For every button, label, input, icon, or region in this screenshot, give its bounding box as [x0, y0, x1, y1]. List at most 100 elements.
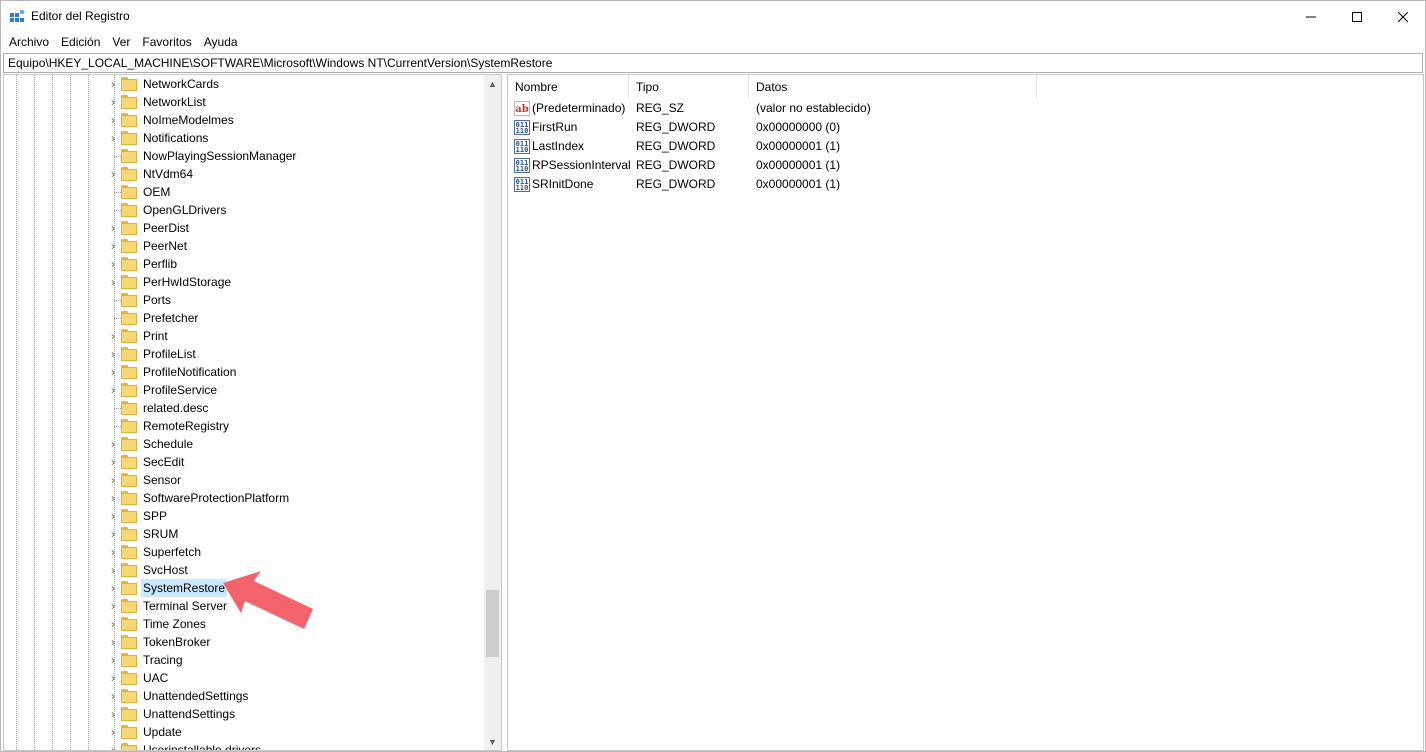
tree-item[interactable]: › NetworkCards: [4, 75, 484, 93]
tree-item[interactable]: › SecEdit: [4, 453, 484, 471]
folder-icon: [121, 437, 137, 451]
menu-edicion[interactable]: Edición: [57, 32, 104, 52]
tree-item[interactable]: › PeerNet: [4, 237, 484, 255]
chevron-right-icon[interactable]: ›: [107, 600, 119, 612]
close-button[interactable]: [1380, 1, 1426, 32]
tree-item[interactable]: › Sensor: [4, 471, 484, 489]
tree-item[interactable]: OEM: [4, 183, 484, 201]
dword-value-icon: 011 110: [514, 177, 530, 192]
value-row[interactable]: 011 110 LastIndex REG_DWORD 0x00000001 (1): [508, 137, 1108, 156]
tree-item[interactable]: › Schedule: [4, 435, 484, 453]
address-bar[interactable]: Equipo\HKEY_LOCAL_MACHINE\SOFTWARE\Micro…: [3, 53, 1423, 73]
tree-item[interactable]: › UAC: [4, 669, 484, 687]
folder-icon: [121, 671, 137, 685]
chevron-right-icon[interactable]: ›: [107, 690, 119, 702]
menu-archivo[interactable]: Archivo: [5, 32, 53, 52]
column-header-datos[interactable]: Datos: [749, 75, 1037, 99]
tree-item[interactable]: › Perflib: [4, 255, 484, 273]
maximize-button[interactable]: [1334, 1, 1380, 32]
tree-item[interactable]: › Notifications: [4, 129, 484, 147]
chevron-right-icon[interactable]: ›: [107, 672, 119, 684]
value-row[interactable]: 011 110 SRInitDone REG_DWORD 0x00000001 (1): [508, 175, 1108, 194]
value-row[interactable]: ab (Predeterminado) REG_SZ (valor no establ…: [508, 99, 1108, 118]
maximize-icon: [1352, 11, 1362, 22]
chevron-right-icon[interactable]: ›: [107, 168, 119, 180]
tree-item[interactable]: › ProfileService: [4, 381, 484, 399]
chevron-right-icon[interactable]: ›: [107, 744, 119, 750]
chevron-right-icon[interactable]: ›: [107, 438, 119, 450]
chevron-right-icon[interactable]: ›: [107, 222, 119, 234]
menu-ver[interactable]: Ver: [108, 32, 134, 52]
tree-item[interactable]: › SRUM: [4, 525, 484, 543]
chevron-right-icon[interactable]: ›: [107, 348, 119, 360]
chevron-right-icon[interactable]: ›: [107, 654, 119, 666]
tree-item[interactable]: RemoteRegistry: [4, 417, 484, 435]
column-header-nombre[interactable]: Nombre: [508, 75, 629, 99]
tree-item[interactable]: related.desc: [4, 399, 484, 417]
folder-icon: [121, 509, 137, 523]
tree-item[interactable]: NowPlayingSessionManager: [4, 147, 484, 165]
tree-item[interactable]: › ProfileNotification: [4, 363, 484, 381]
value-type: REG_DWORD: [636, 139, 716, 153]
tree-item[interactable]: › Userinstallable.drivers: [4, 741, 484, 750]
chevron-right-icon[interactable]: ›: [107, 384, 119, 396]
chevron-right-icon[interactable]: ›: [107, 708, 119, 720]
chevron-right-icon[interactable]: ›: [107, 132, 119, 144]
dword-value-icon: 011 110: [514, 158, 530, 173]
tree-item[interactable]: Prefetcher: [4, 309, 484, 327]
chevron-right-icon[interactable]: ›: [107, 474, 119, 486]
chevron-right-icon[interactable]: ›: [107, 582, 119, 594]
value-row[interactable]: 011 110 FirstRun REG_DWORD 0x00000000 (0): [508, 118, 1108, 137]
chevron-right-icon[interactable]: ›: [107, 564, 119, 576]
tree-item[interactable]: › Tracing: [4, 651, 484, 669]
tree-item-label: Notifications: [143, 131, 209, 145]
chevron-right-icon[interactable]: ›: [107, 726, 119, 738]
chevron-right-icon[interactable]: ›: [107, 276, 119, 288]
tree-item[interactable]: › NtVdm64: [4, 165, 484, 183]
tree-item[interactable]: › PeerDist: [4, 219, 484, 237]
tree-item[interactable]: Ports: [4, 291, 484, 309]
tree-item[interactable]: › NetworkList: [4, 93, 484, 111]
tree-item[interactable]: › Superfetch: [4, 543, 484, 561]
scroll-up-icon[interactable]: ▲: [484, 75, 501, 92]
tree-item[interactable]: OpenGLDrivers: [4, 201, 484, 219]
tree-item[interactable]: › Print: [4, 327, 484, 345]
folder-icon: [121, 581, 137, 595]
chevron-right-icon[interactable]: ›: [107, 258, 119, 270]
tree-item[interactable]: › Update: [4, 723, 484, 741]
scrollbar-thumb[interactable]: [486, 590, 499, 657]
values-list-pane[interactable]: Nombre Tipo Datos ab (Predeterminado) REG_…: [507, 74, 1424, 751]
menu-favoritos[interactable]: Favoritos: [138, 32, 195, 52]
value-type: REG_DWORD: [636, 120, 716, 134]
value-row[interactable]: 011 110 RPSessionInterval REG_DWORD 0x000000…: [508, 156, 1108, 175]
tree-item[interactable]: › SoftwareProtectionPlatform: [4, 489, 484, 507]
chevron-right-icon[interactable]: ›: [107, 330, 119, 342]
chevron-right-icon[interactable]: ›: [107, 114, 119, 126]
key-tree-pane[interactable]: › NetworkCards › NetworkList › NoImeModelmes ›…: [3, 74, 502, 751]
chevron-right-icon[interactable]: ›: [107, 366, 119, 378]
minimize-button[interactable]: [1288, 1, 1334, 32]
tree-item[interactable]: › ProfileList: [4, 345, 484, 363]
tree-item[interactable]: › NoImeModelmes: [4, 111, 484, 129]
chevron-right-icon[interactable]: ›: [107, 96, 119, 108]
chevron-right-icon[interactable]: ›: [107, 528, 119, 540]
chevron-right-icon[interactable]: ›: [107, 636, 119, 648]
chevron-right-icon[interactable]: ›: [107, 456, 119, 468]
scroll-down-icon[interactable]: ▼: [484, 733, 501, 750]
chevron-right-icon[interactable]: ›: [107, 618, 119, 630]
chevron-right-icon[interactable]: ›: [107, 510, 119, 522]
tree-scrollbar[interactable]: ▲ ▼: [484, 75, 501, 750]
folder-icon: [121, 473, 137, 487]
tree-item[interactable]: › UnattendSettings: [4, 705, 484, 723]
menu-ayuda[interactable]: Ayuda: [200, 32, 242, 52]
chevron-right-icon[interactable]: ›: [107, 492, 119, 504]
chevron-right-icon[interactable]: ›: [107, 546, 119, 558]
tree-item[interactable]: › UnattendedSettings: [4, 687, 484, 705]
tree-item[interactable]: › SPP: [4, 507, 484, 525]
chevron-right-icon[interactable]: ›: [107, 78, 119, 90]
chevron-right-icon[interactable]: ›: [107, 240, 119, 252]
folder-icon: [121, 239, 137, 253]
tree-item-label: Ports: [143, 293, 172, 307]
column-header-tipo[interactable]: Tipo: [629, 75, 749, 99]
tree-item[interactable]: › PerHwIdStorage: [4, 273, 484, 291]
